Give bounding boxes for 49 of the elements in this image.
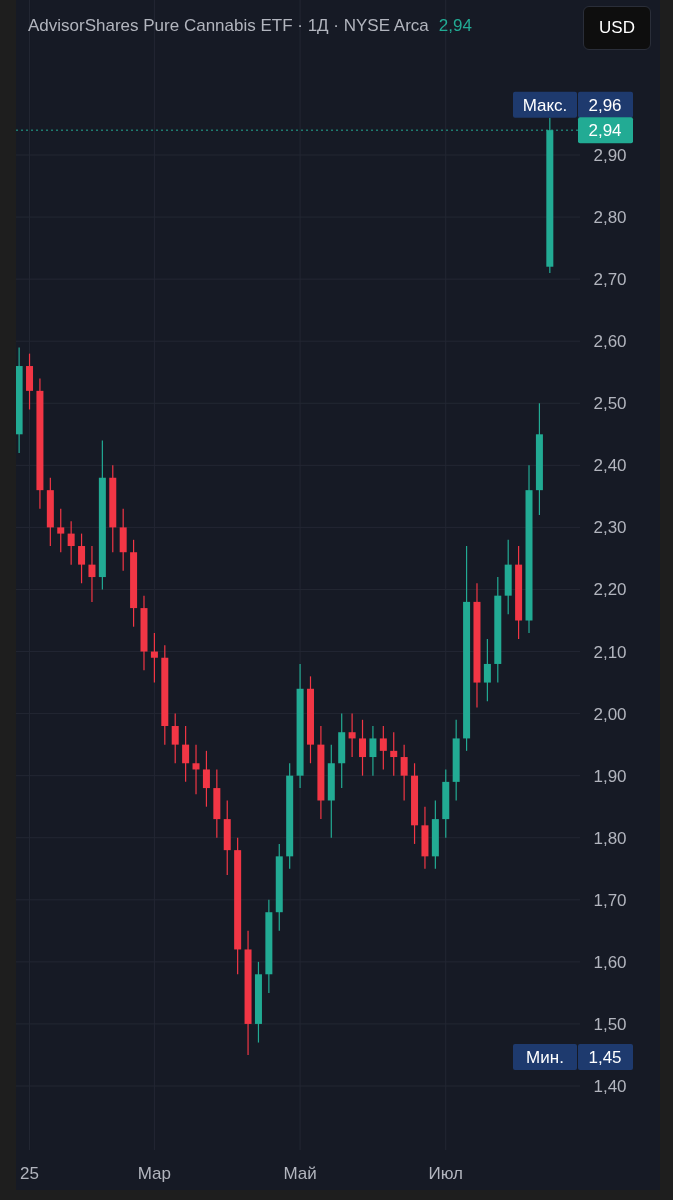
candle [150, 632, 158, 684]
candle [348, 713, 356, 758]
price-axis-label: 1,80 [593, 828, 627, 848]
price-axis-label: 2,40 [593, 456, 627, 476]
price-axis-label: 2,80 [593, 208, 627, 228]
candle [78, 533, 86, 584]
chart-title: AdvisorShares Pure Cannabis ETF · 1Д · NYSE Arca [28, 16, 429, 36]
price-label: 2,94 [578, 117, 633, 144]
candle [192, 744, 200, 795]
candle [119, 508, 127, 572]
candle [57, 508, 65, 553]
candle [202, 750, 210, 808]
candle [171, 713, 179, 764]
price-axis-label: 2,10 [593, 642, 627, 662]
candle [26, 353, 34, 411]
price-axis-label: 1,70 [593, 890, 627, 910]
price-axis-label: 1,40 [593, 1077, 627, 1096]
time-axis-label: Мар [137, 1164, 172, 1183]
time-axis-label: Июл [428, 1164, 463, 1183]
price-axis-label: 2,70 [593, 270, 627, 290]
price-axis-label: 2,20 [593, 580, 627, 600]
price-axis-label: 2,90 [593, 146, 627, 165]
candle [483, 638, 491, 702]
price-axis-label: 1,50 [593, 1014, 627, 1034]
price-axis-label: 1,90 [593, 766, 627, 786]
time-axis-label: Май [283, 1164, 317, 1183]
price-axis-label: 2,00 [593, 704, 627, 724]
time-axis-label: 25 [20, 1164, 39, 1183]
currency-button[interactable]: USD [583, 6, 651, 50]
candle [67, 520, 75, 566]
candle [431, 799, 439, 870]
price-axis-label: 2,30 [593, 518, 627, 538]
candle [369, 725, 377, 777]
candle [442, 768, 450, 839]
current-price: 2,94 [438, 16, 472, 36]
candle [379, 725, 387, 771]
candle [182, 725, 190, 783]
price-label: Макс. 2,96 [513, 91, 633, 118]
candle [421, 806, 429, 870]
price-label: Мин. 1,45 [513, 1043, 633, 1070]
candle [390, 731, 398, 777]
candle [400, 744, 408, 802]
price-axis-label: 1,60 [593, 952, 627, 972]
price-axis-label: 2,50 [593, 394, 627, 414]
candle [88, 545, 96, 603]
candle [359, 719, 366, 777]
candle [46, 477, 54, 547]
candle [213, 768, 221, 839]
price-axis-label: 2,60 [593, 332, 627, 352]
